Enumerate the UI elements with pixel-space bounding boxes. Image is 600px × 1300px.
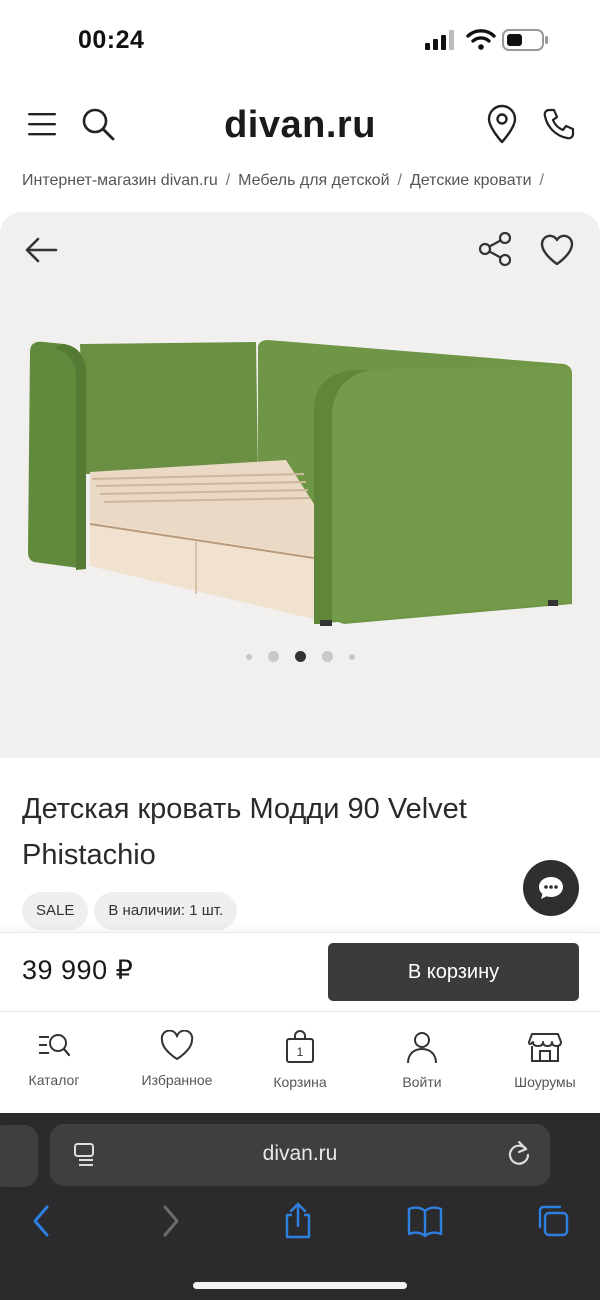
chat-button[interactable] bbox=[523, 860, 579, 916]
catalog-search-icon bbox=[39, 1034, 71, 1057]
tabs-icon[interactable] bbox=[535, 1201, 571, 1241]
battery-icon bbox=[502, 29, 548, 51]
chat-bubble-icon bbox=[539, 877, 563, 899]
breadcrumb-separator: / bbox=[397, 172, 402, 189]
reload-icon[interactable] bbox=[506, 1140, 532, 1168]
home-indicator bbox=[193, 1282, 407, 1289]
gallery-dot[interactable] bbox=[267, 651, 279, 663]
breadcrumb-item[interactable]: Интернет-магазин divan.ru bbox=[22, 172, 218, 189]
cart-count: 1 bbox=[297, 1045, 304, 1059]
add-to-cart-button[interactable]: В корзину bbox=[328, 943, 579, 1001]
buy-bar: 39 990 ₽ В корзину bbox=[0, 932, 600, 1012]
bag-icon: 1 bbox=[286, 1030, 314, 1063]
stock-badge: В наличии: 1 шт. bbox=[94, 892, 238, 930]
gallery-pagination bbox=[0, 648, 600, 666]
location-pin-icon[interactable] bbox=[484, 104, 520, 144]
previous-tab-preview[interactable] bbox=[0, 1125, 38, 1187]
product-badges: SALE В наличии: 1 шт. bbox=[22, 892, 243, 930]
bookmarks-icon[interactable] bbox=[406, 1201, 444, 1241]
phone-icon[interactable] bbox=[540, 106, 576, 142]
nav-cart-label: Корзина bbox=[273, 1074, 327, 1090]
product-gallery[interactable] bbox=[0, 212, 600, 758]
favorite-heart-icon[interactable] bbox=[538, 232, 576, 268]
back-arrow-icon[interactable] bbox=[24, 232, 60, 268]
site-header: divan.ru bbox=[0, 96, 600, 152]
browser-forward-icon[interactable] bbox=[158, 1201, 184, 1241]
product-price: 39 990 ₽ bbox=[22, 955, 134, 985]
store-icon bbox=[528, 1033, 562, 1062]
wifi-icon bbox=[466, 29, 496, 50]
status-time: 00:24 bbox=[78, 26, 145, 54]
user-icon bbox=[407, 1032, 437, 1064]
status-bar: 00:24 bbox=[0, 0, 600, 84]
bottom-navigation: Каталог Избранное 1 Корзина Войти Шоурум… bbox=[0, 1011, 600, 1113]
nav-showrooms-label: Шоурумы bbox=[514, 1074, 576, 1090]
breadcrumb-item[interactable]: Детские кровати bbox=[410, 172, 532, 189]
gallery-dot-active[interactable] bbox=[294, 651, 306, 663]
nav-cart[interactable]: 1 Корзина bbox=[240, 1030, 360, 1090]
breadcrumb-separator: / bbox=[225, 172, 231, 189]
nav-showrooms[interactable]: Шоурумы bbox=[485, 1030, 600, 1090]
nav-login-label: Войти bbox=[402, 1074, 442, 1090]
browser-back-icon[interactable] bbox=[28, 1201, 54, 1241]
breadcrumb-separator: / bbox=[539, 172, 544, 189]
gallery-dot[interactable] bbox=[348, 653, 355, 660]
share-icon[interactable] bbox=[476, 230, 514, 268]
cellular-signal-icon bbox=[425, 30, 454, 50]
nav-login[interactable]: Войти bbox=[362, 1030, 482, 1090]
product-image-bed bbox=[28, 340, 572, 626]
share-sheet-icon[interactable] bbox=[282, 1201, 314, 1241]
nav-catalog[interactable]: Каталог bbox=[0, 1030, 114, 1088]
gallery-dot[interactable] bbox=[245, 653, 252, 660]
product-title: Детская кровать Модди 90 Velvet Phistach… bbox=[22, 793, 467, 871]
nav-favorites[interactable]: Избранное bbox=[117, 1030, 237, 1088]
gallery-dot[interactable] bbox=[321, 651, 333, 663]
address-bar[interactable]: divan.ru bbox=[50, 1124, 550, 1186]
url-text: divan.ru bbox=[262, 1142, 338, 1165]
nav-catalog-label: Каталог bbox=[28, 1072, 80, 1088]
heart-icon bbox=[160, 1030, 194, 1060]
sale-badge: SALE bbox=[22, 892, 89, 930]
browser-toolbar: divan.ru bbox=[0, 1113, 600, 1300]
breadcrumb-item[interactable]: Мебель для детской bbox=[238, 172, 389, 189]
nav-favorites-label: Избранное bbox=[141, 1072, 213, 1088]
breadcrumb: Интернет-магазин divan.ru / Мебель для дет… bbox=[22, 172, 600, 198]
